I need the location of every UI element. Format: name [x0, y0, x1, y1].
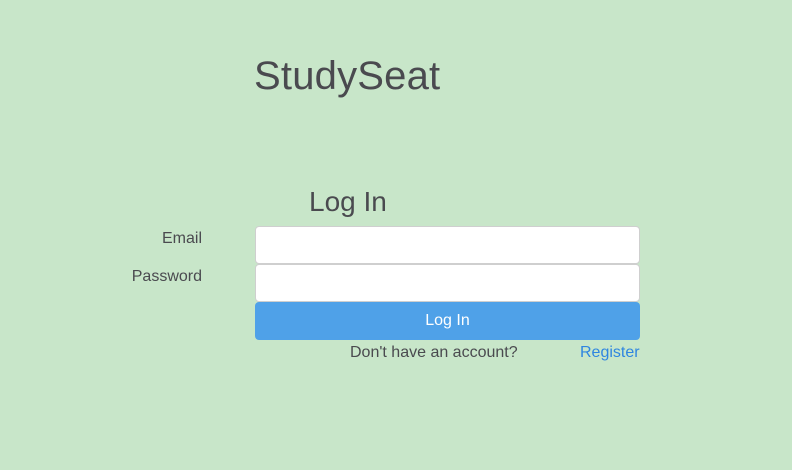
register-prompt: Don't have an account?	[350, 344, 518, 361]
email-field[interactable]	[255, 226, 640, 264]
app-title: StudySeat	[254, 54, 441, 98]
password-field[interactable]	[255, 264, 640, 302]
password-label: Password	[131, 268, 202, 285]
login-heading: Log In	[309, 186, 387, 217]
login-button[interactable]: Log In	[255, 302, 640, 340]
email-label: Email	[161, 230, 202, 247]
register-link[interactable]: Register	[580, 343, 640, 363]
